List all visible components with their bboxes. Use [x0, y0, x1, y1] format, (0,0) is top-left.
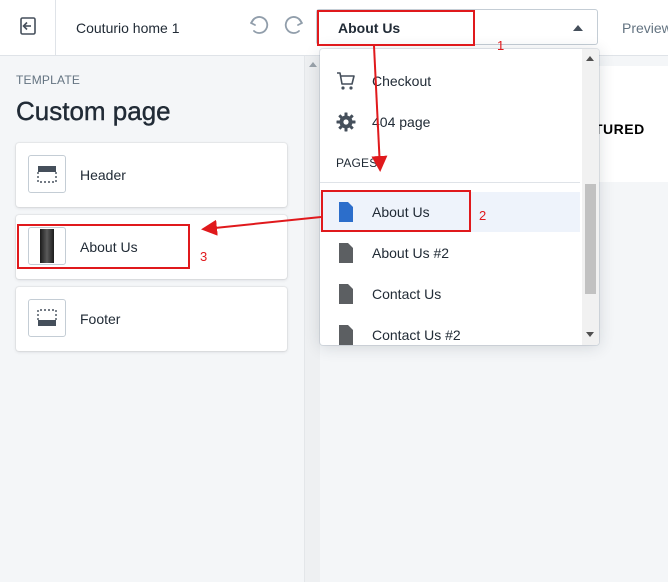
scrollbar-thumb[interactable] — [585, 184, 596, 294]
redo-button[interactable] — [281, 14, 307, 40]
preview-featured-text: TURED — [594, 121, 645, 137]
page-icon — [336, 325, 356, 345]
footer-section-icon — [28, 299, 66, 337]
scroll-down-arrow-icon — [586, 332, 594, 337]
template-label: TEMPLATE — [16, 73, 81, 87]
pages-heading: PAGES — [336, 156, 378, 170]
preview-button[interactable]: Preview — [622, 20, 668, 36]
gear-icon — [336, 112, 356, 132]
sidebar-scrollbar[interactable] — [304, 56, 320, 582]
dropdown-item-label: 404 page — [372, 114, 431, 130]
annotation-box-3 — [17, 224, 190, 269]
page-icon — [336, 243, 356, 263]
annotation-number-3: 3 — [200, 249, 208, 264]
dropdown-page-contact-us[interactable]: Contact Us — [320, 274, 580, 314]
dropdown-item-checkout[interactable]: Checkout — [320, 61, 580, 101]
page-icon — [336, 284, 356, 304]
undo-button[interactable] — [246, 14, 272, 40]
dropdown-scrollbar[interactable] — [582, 49, 599, 345]
exit-button[interactable] — [0, 0, 56, 56]
theme-name: Couturio home 1 — [76, 20, 180, 36]
exit-icon — [18, 16, 38, 41]
dropdown-divider — [320, 182, 580, 183]
undo-icon — [248, 14, 270, 41]
section-footer[interactable]: Footer — [16, 287, 287, 351]
redo-icon — [283, 14, 305, 41]
annotation-box-2 — [321, 190, 471, 232]
dropdown-page-about-us-2[interactable]: About Us #2 — [320, 233, 580, 273]
annotation-number-2: 2 — [479, 208, 487, 223]
dropdown-item-404[interactable]: 404 page — [320, 102, 580, 142]
page-title: Custom page — [16, 96, 171, 126]
scroll-up-arrow-icon — [309, 62, 317, 67]
cart-icon — [336, 71, 356, 91]
caret-up-icon — [573, 25, 583, 31]
scroll-up-arrow-icon — [586, 56, 594, 61]
annotation-number-1: 1 — [497, 38, 505, 53]
header-section-icon — [28, 155, 66, 193]
section-label: Header — [80, 167, 126, 183]
annotation-box-1 — [317, 10, 475, 46]
dropdown-page-contact-us-2[interactable]: Contact Us #2 — [320, 315, 580, 345]
dropdown-item-label: About Us #2 — [372, 245, 450, 261]
dropdown-item-label: Contact Us — [372, 286, 442, 302]
section-label: Footer — [80, 311, 121, 327]
dropdown-item-label: Contact Us #2 — [372, 327, 461, 343]
dropdown-item-label: Checkout — [372, 73, 432, 89]
section-header[interactable]: Header — [16, 143, 287, 207]
